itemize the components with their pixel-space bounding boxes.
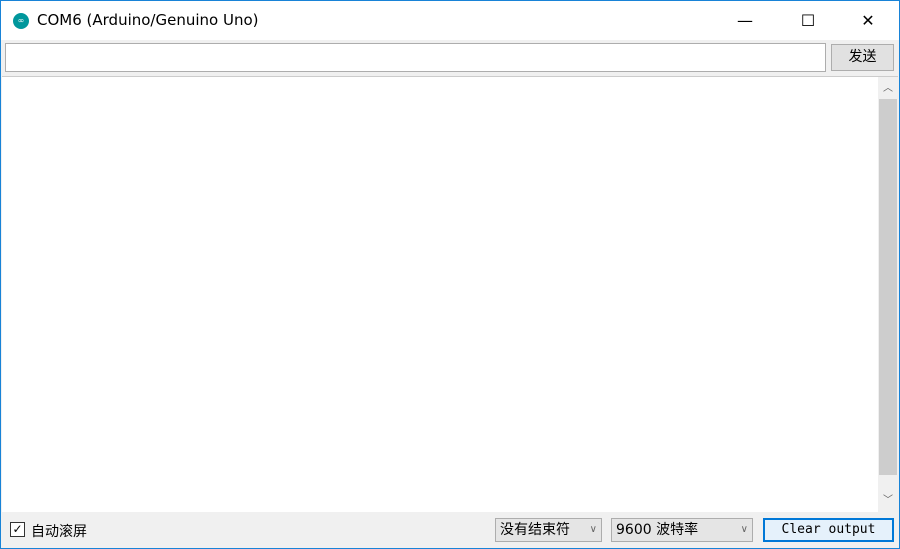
close-button[interactable]: ✕ [845,1,891,40]
chevron-down-icon: ∨ [589,524,597,535]
scroll-thumb[interactable] [879,99,897,475]
minimize-button[interactable]: — [722,1,768,40]
vertical-scrollbar[interactable]: ︿ ﹀ [878,77,898,513]
maximize-button[interactable]: ☐ [785,1,831,40]
baud-rate-select[interactable]: 9600 波特率 ∨ [611,518,753,542]
send-button[interactable]: 发送 [831,44,894,71]
footer-bar: ✓ 自动滚屏 没有结束符 ∨ 9600 波特率 ∨ Clear output [1,513,899,549]
clear-output-button[interactable]: Clear output [763,518,894,542]
arduino-logo-icon: ∞ [13,13,29,29]
send-input[interactable] [5,43,826,72]
output-area[interactable]: ︿ ﹀ [2,76,898,513]
scroll-down-icon[interactable]: ﹀ [878,491,898,511]
autoscroll-checkbox[interactable]: ✓ [10,522,25,537]
baud-rate-value: 9600 波特率 [616,522,699,538]
chevron-down-icon: ∨ [740,524,748,535]
window-title: COM6 (Arduino/Genuino Uno) [37,11,259,29]
autoscroll-label: 自动滚屏 [31,524,87,540]
scroll-up-icon[interactable]: ︿ [878,79,898,99]
line-ending-value: 没有结束符 [500,522,570,538]
serial-monitor-window: ∞ COM6 (Arduino/Genuino Uno) — ☐ ✕ 发送 ︿ … [0,0,900,549]
line-ending-select[interactable]: 没有结束符 ∨ [495,518,602,542]
title-bar: ∞ COM6 (Arduino/Genuino Uno) — ☐ ✕ [1,1,899,40]
